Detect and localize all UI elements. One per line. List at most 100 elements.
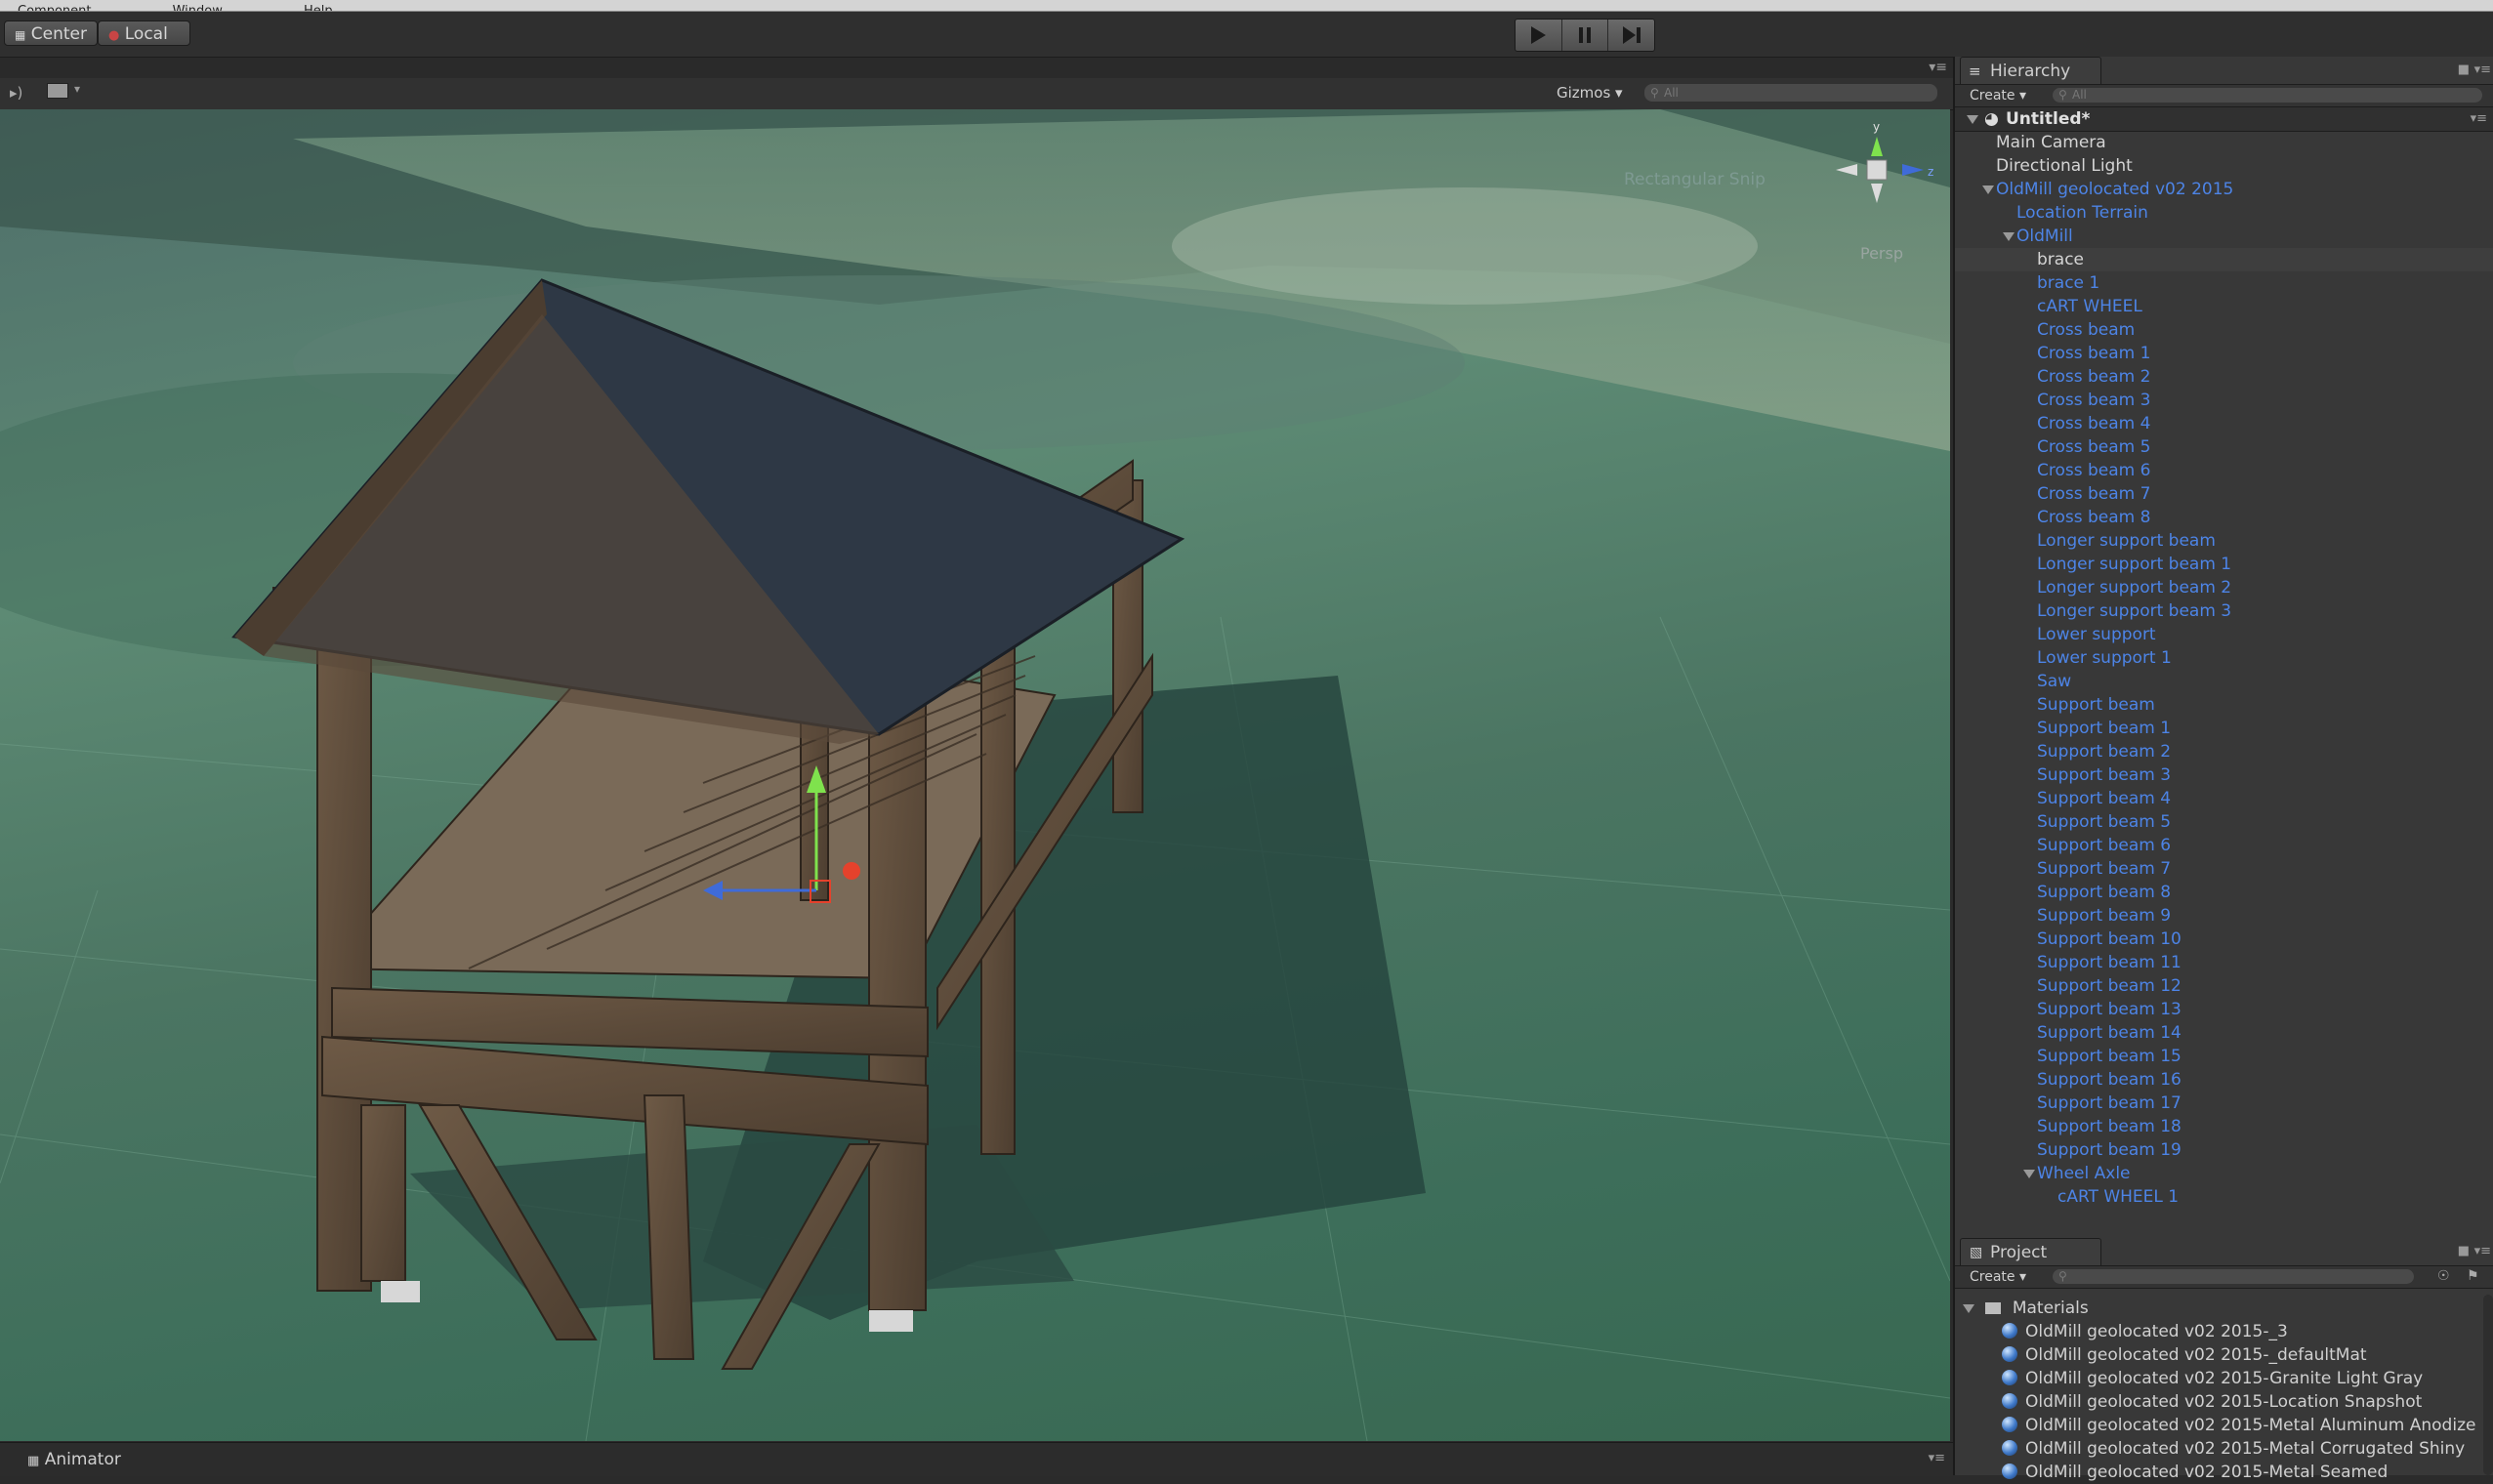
expand-arrow-icon[interactable] — [1963, 1304, 1974, 1313]
project-scrollbar[interactable] — [2483, 1295, 2493, 1475]
hierarchy-item[interactable]: Cross beam 8 — [1955, 506, 2493, 529]
project-tab[interactable]: ▧ Project — [1960, 1238, 2101, 1265]
hierarchy-item[interactable]: Location Terrain — [1955, 201, 2493, 225]
hierarchy-item[interactable]: Support beam 12 — [1955, 974, 2493, 998]
gizmos-dropdown[interactable]: Gizmos ▾ — [1557, 84, 1623, 102]
hierarchy-item[interactable]: Support beam 9 — [1955, 904, 2493, 928]
hierarchy-item[interactable]: Support beam 11 — [1955, 951, 2493, 974]
hierarchy-item[interactable]: Cross beam 3 — [1955, 389, 2493, 412]
hierarchy-item[interactable]: Main Camera — [1955, 131, 2493, 154]
hierarchy-item[interactable]: Wheel Axle — [1955, 1162, 2493, 1185]
hierarchy-search-input[interactable]: ⚲ All — [2053, 88, 2482, 103]
expand-arrow-icon[interactable] — [2023, 1170, 2035, 1178]
foundation-stone — [869, 1310, 913, 1332]
material-item[interactable]: OldMill geolocated v02 2015-Metal Seamed — [2002, 1461, 2388, 1484]
folder-icon: ▧ — [1970, 1245, 1983, 1260]
menu-item-component[interactable]: Component — [18, 4, 91, 11]
hierarchy-item[interactable]: Support beam 17 — [1955, 1092, 2493, 1115]
filter-by-type-icon[interactable]: ☉ — [2437, 1268, 2450, 1284]
hierarchy-item[interactable]: Cross beam 6 — [1955, 459, 2493, 482]
scene-search-input[interactable]: ⚲ All — [1644, 84, 1937, 102]
menu-item-help[interactable]: Help — [304, 4, 333, 11]
material-item[interactable]: OldMill geolocated v02 2015-Metal Alumin… — [2002, 1414, 2475, 1437]
expand-arrow-icon[interactable] — [1967, 115, 1978, 124]
hierarchy-item[interactable]: OldMill geolocated v02 2015 — [1955, 178, 2493, 201]
menu-item-window[interactable]: Window — [173, 4, 223, 11]
panel-menu-icon[interactable]: ▾≡ — [2474, 1244, 2491, 1258]
hierarchy-item[interactable]: Support beam 4 — [1955, 787, 2493, 810]
hierarchy-item[interactable]: cART WHEEL 1 — [1955, 1185, 2493, 1209]
animator-tab[interactable]: ▦ Animator — [27, 1450, 121, 1469]
effects-toggle-icon[interactable] — [47, 83, 68, 99]
lock-icon[interactable]: ■ — [2458, 62, 2470, 77]
material-item[interactable]: OldMill geolocated v02 2015-_3 — [2002, 1320, 2288, 1343]
hierarchy-item[interactable]: Saw — [1955, 670, 2493, 693]
pivot-center-button[interactable]: ▦ Center — [4, 21, 98, 46]
hierarchy-item[interactable]: brace — [1955, 248, 2493, 271]
hierarchy-item[interactable]: Support beam 8 — [1955, 881, 2493, 904]
hierarchy-tab[interactable]: ≡ Hierarchy — [1960, 57, 2101, 84]
hierarchy-item[interactable]: Longer support beam — [1955, 529, 2493, 553]
panel-menu-icon[interactable]: ▾≡ — [2474, 62, 2491, 77]
hierarchy-item[interactable]: Support beam 15 — [1955, 1045, 2493, 1068]
project-search-input[interactable]: ⚲ — [2053, 1269, 2414, 1284]
materials-folder[interactable]: Materials — [1963, 1297, 2089, 1320]
hierarchy-item[interactable]: Cross beam — [1955, 318, 2493, 342]
hierarchy-item[interactable]: Support beam 5 — [1955, 810, 2493, 834]
hierarchy-item[interactable]: Lower support — [1955, 623, 2493, 646]
expand-arrow-icon[interactable] — [1982, 186, 1994, 194]
hierarchy-item[interactable]: Support beam 7 — [1955, 857, 2493, 881]
material-item[interactable]: OldMill geolocated v02 2015-_defaultMat — [2002, 1343, 2367, 1367]
panel-menu-icon[interactable]: ▾≡ — [1929, 60, 1947, 75]
hierarchy-item[interactable]: Support beam 19 — [1955, 1138, 2493, 1162]
step-button[interactable] — [1608, 20, 1654, 51]
effects-dropdown-icon[interactable]: ▾ — [74, 82, 80, 96]
hierarchy-create-dropdown[interactable]: Create ▾ — [1970, 85, 2026, 106]
panel-menu-icon[interactable]: ▾≡ — [1929, 1451, 1945, 1465]
hierarchy-item[interactable]: Cross beam 5 — [1955, 435, 2493, 459]
material-item[interactable]: OldMill geolocated v02 2015-Granite Ligh… — [2002, 1367, 2423, 1390]
hierarchy-item[interactable]: Support beam 1 — [1955, 717, 2493, 740]
hierarchy-item[interactable]: Longer support beam 3 — [1955, 599, 2493, 623]
hierarchy-item[interactable]: Longer support beam 1 — [1955, 553, 2493, 576]
lock-icon[interactable]: ■ — [2458, 1244, 2470, 1258]
hierarchy-item[interactable]: cART WHEEL — [1955, 295, 2493, 318]
hierarchy-item-label: Support beam 6 — [2037, 836, 2172, 855]
step-icon — [1622, 26, 1641, 44]
project-create-dropdown[interactable]: Create ▾ — [1970, 1266, 2026, 1288]
scene-viewport[interactable]: y z Rectangular Snip Persp — [0, 109, 1950, 1441]
hierarchy-item[interactable]: Cross beam 4 — [1955, 412, 2493, 435]
scene-menu-icon[interactable]: ▾≡ — [2471, 107, 2487, 131]
hierarchy-item[interactable]: Support beam 18 — [1955, 1115, 2493, 1138]
play-button[interactable] — [1516, 20, 1562, 51]
hierarchy-item[interactable]: Support beam 6 — [1955, 834, 2493, 857]
filter-by-label-icon[interactable]: ⚑ — [2467, 1268, 2479, 1284]
material-item[interactable]: OldMill geolocated v02 2015-Location Sna… — [2002, 1390, 2422, 1414]
hierarchy-item[interactable]: Cross beam 7 — [1955, 482, 2493, 506]
hierarchy-item[interactable]: Cross beam 1 — [1955, 342, 2493, 365]
hierarchy-item[interactable]: Support beam 13 — [1955, 998, 2493, 1021]
hierarchy-item[interactable]: Support beam — [1955, 693, 2493, 717]
hierarchy-item[interactable]: Support beam 16 — [1955, 1068, 2493, 1092]
hierarchy-item[interactable]: Support beam 3 — [1955, 763, 2493, 787]
hierarchy-item[interactable]: Longer support beam 2 — [1955, 576, 2493, 599]
scene-name: Untitled* — [2006, 109, 2091, 129]
hierarchy-item[interactable]: Support beam 2 — [1955, 740, 2493, 763]
space-local-button[interactable]: ● Local — [98, 21, 190, 46]
hierarchy-item-label: Support beam 7 — [2037, 859, 2172, 879]
hierarchy-item[interactable]: brace 1 — [1955, 271, 2493, 295]
audio-toggle-icon[interactable]: ▸) — [10, 84, 22, 102]
scene-root-row[interactable]: ◕ Untitled* ▾≡ — [1955, 107, 2493, 132]
hierarchy-item[interactable]: Directional Light — [1955, 154, 2493, 178]
orientation-gizmo-icon[interactable]: y z — [1828, 119, 1935, 227]
hierarchy-search-placeholder: All — [2072, 88, 2087, 102]
hierarchy-item[interactable]: Cross beam 2 — [1955, 365, 2493, 389]
hierarchy-item[interactable]: Support beam 14 — [1955, 1021, 2493, 1045]
persp-label[interactable]: Persp — [1860, 244, 1903, 263]
material-item[interactable]: OldMill geolocated v02 2015-Metal Corrug… — [2002, 1437, 2465, 1461]
expand-arrow-icon[interactable] — [2003, 232, 2015, 241]
pause-button[interactable] — [1562, 20, 1609, 51]
hierarchy-item[interactable]: Support beam 10 — [1955, 928, 2493, 951]
hierarchy-item[interactable]: Lower support 1 — [1955, 646, 2493, 670]
hierarchy-item[interactable]: OldMill — [1955, 225, 2493, 248]
